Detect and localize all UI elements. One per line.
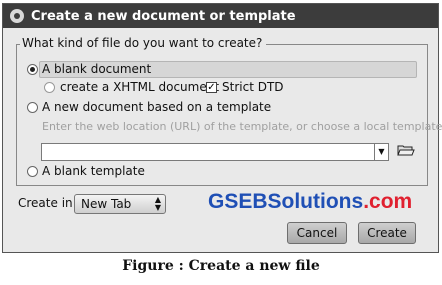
template-url-combo[interactable]: ▼ bbox=[41, 143, 389, 164]
xhtml-radio[interactable] bbox=[44, 82, 55, 93]
blank-document-label[interactable]: A blank document bbox=[42, 62, 151, 76]
window-menu-icon[interactable] bbox=[10, 9, 24, 23]
create-in-select[interactable]: New Tab ▲ ▼ bbox=[74, 194, 166, 214]
blank-template-radio[interactable] bbox=[27, 166, 38, 177]
strict-dtd-checkbox[interactable]: ✓ bbox=[206, 82, 217, 93]
folder-open-icon[interactable] bbox=[397, 142, 415, 158]
template-label[interactable]: A new document based on a template bbox=[42, 100, 271, 114]
create-in-label: Create in: bbox=[18, 196, 77, 210]
xhtml-label[interactable]: create a XHTML document bbox=[60, 80, 219, 94]
create-in-value: New Tab bbox=[81, 197, 132, 211]
template-hint: Enter the web location (URL) of the temp… bbox=[42, 120, 442, 133]
dialog-title: Create a new document or template bbox=[31, 8, 296, 24]
figure-caption: Figure : Create a new file bbox=[122, 258, 320, 274]
blank-template-label[interactable]: A blank template bbox=[42, 164, 145, 178]
title-bar: Create a new document or template bbox=[3, 4, 438, 28]
template-radio[interactable] bbox=[27, 102, 38, 113]
blank-document-radio[interactable] bbox=[27, 64, 38, 75]
create-button[interactable]: Create bbox=[358, 222, 416, 244]
strict-dtd-label[interactable]: Strict DTD bbox=[222, 80, 284, 94]
group-legend: What kind of file do you want to create? bbox=[20, 36, 267, 50]
template-url-input[interactable] bbox=[42, 147, 372, 164]
chevron-down-icon[interactable]: ▼ bbox=[374, 144, 388, 160]
cancel-button[interactable]: Cancel bbox=[287, 222, 347, 244]
watermark: GSEBSolutions.com bbox=[208, 190, 413, 213]
up-down-arrows-icon: ▲ ▼ bbox=[154, 195, 161, 212]
